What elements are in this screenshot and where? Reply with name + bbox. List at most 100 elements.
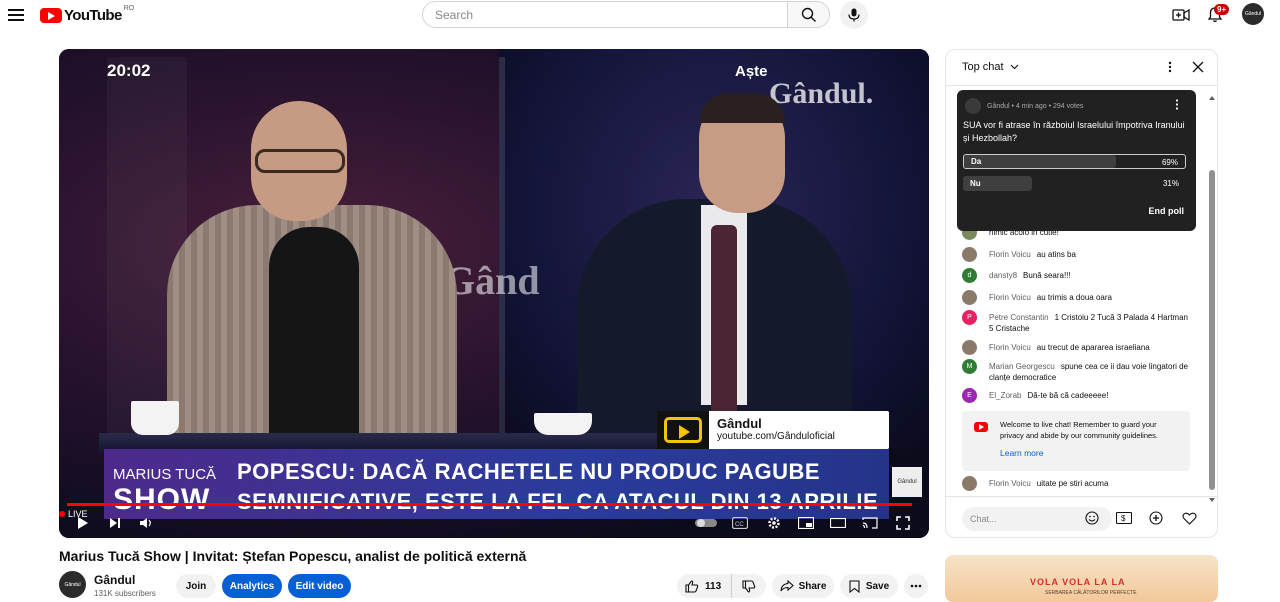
top-chat-dropdown[interactable]: Top chat: [962, 61, 1019, 73]
search-input[interactable]: Search: [422, 1, 788, 28]
chat-message[interactable]: Florin Voicu au trimis a doua oara: [962, 290, 1192, 305]
edit-video-button[interactable]: Edit video: [288, 574, 351, 598]
chat-message[interactable]: Florin Voicu uitate pe stiri acuma: [962, 476, 1192, 491]
scroll-up-arrow[interactable]: [1208, 88, 1216, 100]
next-button[interactable]: [107, 513, 123, 533]
share-icon: [780, 580, 794, 592]
play-button[interactable]: [75, 513, 91, 533]
menu-icon[interactable]: [8, 6, 24, 22]
show-name-small: MARIUS TUCĂ: [113, 466, 217, 483]
chat-author-name[interactable]: Florin Voicu: [989, 293, 1031, 302]
close-chat-button[interactable]: [1192, 60, 1206, 74]
poll-more-button[interactable]: [1175, 97, 1179, 115]
chat-author-name[interactable]: dansty8: [989, 271, 1017, 280]
microphone-icon: [848, 8, 860, 22]
play-icon: [78, 517, 88, 529]
emoji-icon: [1085, 511, 1099, 525]
chat-message[interactable]: Florin Voicu au atins ba: [962, 247, 1192, 262]
live-dot-icon: [59, 511, 65, 517]
chat-message[interactable]: d dansty8 Bună seara!!!: [962, 268, 1192, 283]
video-title: Marius Tucă Show | Invitat: Ștefan Popes…: [59, 548, 527, 564]
chat-author-name[interactable]: Florin Voicu: [989, 250, 1031, 259]
youtube-logo[interactable]: YouTube RO: [40, 5, 135, 24]
theater-mode-button[interactable]: [829, 513, 847, 533]
chat-author-name[interactable]: El_Zorab: [989, 391, 1021, 400]
join-button[interactable]: Join: [176, 574, 216, 598]
heart-button[interactable]: [1179, 508, 1199, 528]
save-button[interactable]: Save: [840, 574, 898, 598]
chat-author-avatar[interactable]: M: [962, 359, 977, 374]
ad-title: VOLA VOLA LA LA: [1030, 577, 1126, 587]
mug: [131, 401, 179, 435]
chat-more-button[interactable]: [1168, 60, 1178, 76]
like-button[interactable]: 113: [677, 574, 731, 598]
fullscreen-button[interactable]: [894, 513, 912, 533]
sidebar-ad-banner[interactable]: VOLA VOLA LA LA SERBAREA CĂLĂTORILOR PER…: [945, 555, 1218, 602]
poll-meta: Gândul • 4 min ago • 294 votes: [965, 98, 1083, 114]
money-icon: $: [1116, 512, 1132, 524]
chat-author-avatar[interactable]: [962, 247, 977, 262]
chat-message[interactable]: E El_Zorab Dă-te bă că cadeeeee!: [962, 388, 1192, 403]
poll-option-da[interactable]: Da 69%: [963, 154, 1186, 169]
chat-author-name[interactable]: Florin Voicu: [989, 479, 1031, 488]
voice-search-button[interactable]: [840, 1, 868, 29]
miniplayer-button[interactable]: [797, 513, 815, 533]
logo-text: YouTube: [64, 6, 122, 24]
channel-avatar[interactable]: Gândul: [59, 571, 86, 598]
analytics-button[interactable]: Analytics: [222, 574, 282, 598]
subtitles-button[interactable]: CC: [731, 513, 749, 533]
chat-author-name[interactable]: Marian Georgescu: [989, 362, 1055, 371]
volume-button[interactable]: [137, 513, 155, 533]
learn-more-link[interactable]: Learn more: [1000, 448, 1043, 459]
autoplay-toggle[interactable]: [694, 513, 718, 533]
chat-input-divider: [946, 496, 1217, 497]
super-chat-button[interactable]: $: [1114, 508, 1134, 528]
chat-message-body: Marian Georgescu spune cea ce ii dau voie…: [989, 361, 1192, 383]
chat-author-avatar[interactable]: [962, 476, 977, 491]
settings-button[interactable]: [765, 513, 783, 533]
share-label: Share: [798, 580, 827, 592]
chat-message[interactable]: Florin Voicu au trecut de apararea israel…: [962, 340, 1192, 355]
chat-message[interactable]: M Marian Georgescu spune cea ce ii dau voi…: [962, 359, 1192, 383]
subtitles-icon: CC: [732, 517, 748, 529]
theater-icon: [830, 518, 846, 528]
create-button[interactable]: [1170, 4, 1192, 26]
chat-author-avatar[interactable]: d: [962, 268, 977, 283]
channel-name[interactable]: Gândul: [94, 573, 135, 587]
progress-bar[interactable]: [67, 503, 913, 506]
cast-icon: [862, 517, 878, 529]
poll-option-nu[interactable]: Nu 31%: [963, 176, 1186, 191]
like-count: 113: [705, 580, 722, 592]
country-code: RO: [123, 5, 135, 12]
poll-author-avatar: [965, 98, 981, 114]
youtube-play-icon: [40, 7, 62, 23]
chat-scrollbar[interactable]: [1209, 170, 1215, 490]
chat-author-avatar[interactable]: [962, 290, 977, 305]
account-avatar[interactable]: Gândul: [1242, 3, 1264, 25]
chat-message[interactable]: P Petre Constantin 1 Cristoiu 2 Tucă 3 Pal…: [962, 310, 1192, 334]
chat-author-avatar[interactable]: [962, 340, 977, 355]
more-actions-button[interactable]: [904, 574, 928, 598]
more-horizontal-icon: [910, 584, 922, 588]
chevron-down-icon: [1010, 64, 1019, 70]
video-player[interactable]: 20:02 Aște Gândul. Gând Gândul youtube.c…: [59, 49, 929, 538]
chat-author-name[interactable]: Florin Voicu: [989, 343, 1031, 352]
emoji-button[interactable]: [1082, 508, 1102, 528]
dislike-button[interactable]: [731, 574, 766, 598]
chat-message-text: au trecut de apararea israeliana: [1036, 343, 1150, 352]
studio-divider: [499, 57, 505, 437]
share-button[interactable]: Share: [772, 574, 834, 598]
chat-message-body: Petre Constantin 1 Cristoiu 2 Tucă 3 Pala…: [989, 312, 1192, 334]
headline-line-1: POPESCU: DACĂ RACHETELE NU PRODUC PAGUBE: [237, 459, 821, 484]
search-button[interactable]: [787, 1, 830, 28]
save-label: Save: [865, 580, 890, 592]
cast-button[interactable]: [861, 513, 879, 533]
cup: [534, 413, 592, 435]
chat-author-avatar[interactable]: E: [962, 388, 977, 403]
chat-author-avatar[interactable]: P: [962, 310, 977, 325]
chat-author-name[interactable]: Petre Constantin: [989, 313, 1049, 322]
guest-tie: [711, 225, 737, 425]
poll-option-percent: 31%: [1162, 179, 1179, 188]
add-button[interactable]: [1146, 508, 1166, 528]
end-poll-button[interactable]: End poll: [1149, 206, 1185, 216]
